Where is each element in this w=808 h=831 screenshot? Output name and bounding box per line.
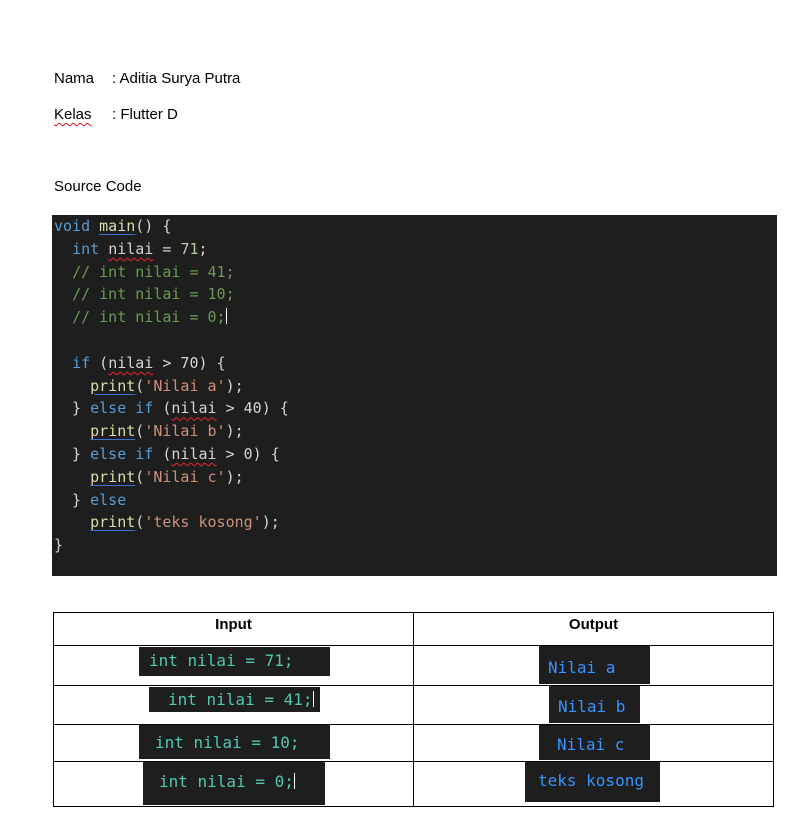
nama-label: Nama — [54, 70, 95, 87]
input-snippet: int nilai = 41; — [149, 687, 320, 712]
kelas-value: : Flutter D — [112, 106, 178, 123]
table-row: int nilai = 0; teks kosong — [53, 761, 774, 807]
nama-value: : Aditia Surya Putra — [112, 70, 241, 87]
code-line-7: if (nilai > 70) { — [72, 353, 226, 372]
code-line-8: print('Nilai a'); — [90, 376, 244, 395]
code-screenshot: void main() { int nilai = 71; // int nil… — [52, 215, 777, 576]
output-snippet: Nilai c — [539, 725, 650, 760]
input-snippet: int nilai = 0; — [143, 762, 325, 805]
code-line-4: // int nilai = 10; — [72, 285, 235, 304]
input-cell: int nilai = 0; — [53, 761, 414, 807]
table-row: int nilai = 10; Nilai c — [53, 724, 774, 762]
text-cursor — [225, 308, 227, 325]
input-column-header: Input — [53, 612, 414, 646]
code-line-2: int nilai = 71; — [72, 239, 208, 258]
code-line-11: } else if (nilai > 0) { — [54, 444, 280, 463]
input-cell: int nilai = 41; — [53, 685, 414, 725]
output-column-header: Output — [413, 612, 774, 646]
input-snippet: int nilai = 10; — [139, 725, 330, 759]
kelas-label: Kelas — [54, 106, 92, 123]
code-line-15: } — [54, 536, 64, 555]
code-line-12: print('Nilai c'); — [90, 467, 244, 486]
nama-line: Nama : Aditia Surya Putra — [54, 70, 240, 87]
input-cell: int nilai = 71; — [53, 645, 414, 686]
output-snippet: Nilai b — [549, 686, 640, 723]
code-line-10: print('Nilai b'); — [90, 422, 244, 441]
output-snippet: teks kosong — [525, 762, 660, 802]
table-header-row: Input Output — [53, 612, 774, 646]
output-cell: Nilai b — [413, 685, 774, 725]
output-snippet: Nilai a — [539, 646, 650, 684]
input-output-table: Input Output int nilai = 71; Nilai a int… — [53, 612, 774, 807]
input-snippet: int nilai = 71; — [139, 647, 330, 676]
source-code-heading: Source Code — [54, 178, 142, 195]
output-cell: teks kosong — [413, 761, 774, 807]
code-line-1: void main() { — [54, 217, 172, 235]
code-line-3: // int nilai = 41; — [72, 262, 235, 281]
output-cell: Nilai a — [413, 645, 774, 686]
code-line-13: } else — [54, 490, 127, 509]
input-cell: int nilai = 10; — [53, 724, 414, 762]
output-cell: Nilai c — [413, 724, 774, 762]
code-line-5: // int nilai = 0; — [72, 308, 227, 327]
code-line-9: } else if (nilai > 40) { — [54, 399, 289, 418]
table-row: int nilai = 41; Nilai b — [53, 685, 774, 725]
code-line-14: print('teks kosong'); — [90, 513, 280, 532]
kelas-line: Kelas : Flutter D — [54, 106, 178, 123]
table-row: int nilai = 71; Nilai a — [53, 645, 774, 686]
